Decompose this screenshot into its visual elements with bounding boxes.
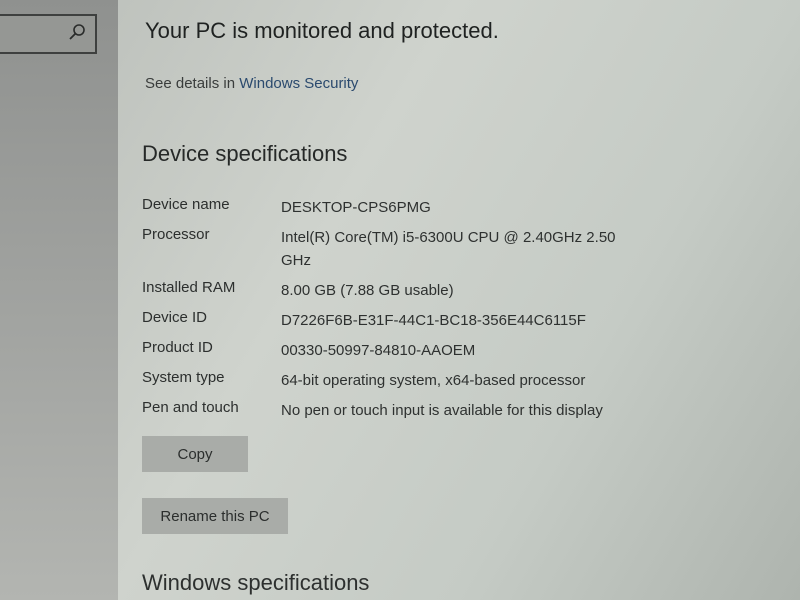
device-specs-title: Device specifications	[142, 141, 348, 166]
spec-value: 8.00 GB (7.88 GB usable)	[281, 282, 454, 299]
windows-security-link[interactable]: Windows Security	[239, 75, 358, 92]
copy-button[interactable]: Copy	[142, 436, 248, 472]
security-headline: Your PC is monitored and protected.	[145, 18, 499, 43]
spec-label: System type	[142, 369, 225, 386]
spec-label: Pen and touch	[142, 399, 239, 416]
spec-label: Device name	[142, 196, 230, 213]
spec-value: D7226F6B-E31F-44C1-BC18-356E44C6115F	[281, 312, 586, 329]
spec-label: Processor	[142, 226, 210, 243]
security-details: See details in Windows Security	[145, 75, 358, 92]
spec-value: No pen or touch input is available for t…	[281, 402, 603, 419]
spec-value: 64-bit operating system, x64-based proce…	[281, 372, 586, 389]
search-input[interactable]	[0, 14, 97, 54]
spec-label: Product ID	[142, 339, 213, 356]
sidebar	[0, 0, 118, 600]
rename-pc-button[interactable]: Rename this PC	[142, 498, 288, 534]
windows-specs-title: Windows specifications	[142, 570, 370, 595]
about-page: Your PC is monitored and protected. See …	[118, 0, 800, 600]
search-icon[interactable]	[67, 22, 87, 42]
spec-label: Device ID	[142, 309, 208, 326]
spec-value: Intel(R) Core(TM) i5-6300U CPU @ 2.40GHz…	[281, 229, 616, 269]
spec-value: 00330-50997-84810-AAOEM	[281, 342, 476, 359]
details-prefix: See details in	[145, 75, 240, 92]
spec-value: DESKTOP-CPS6PMG	[281, 199, 431, 216]
spec-label: Installed RAM	[142, 279, 236, 296]
